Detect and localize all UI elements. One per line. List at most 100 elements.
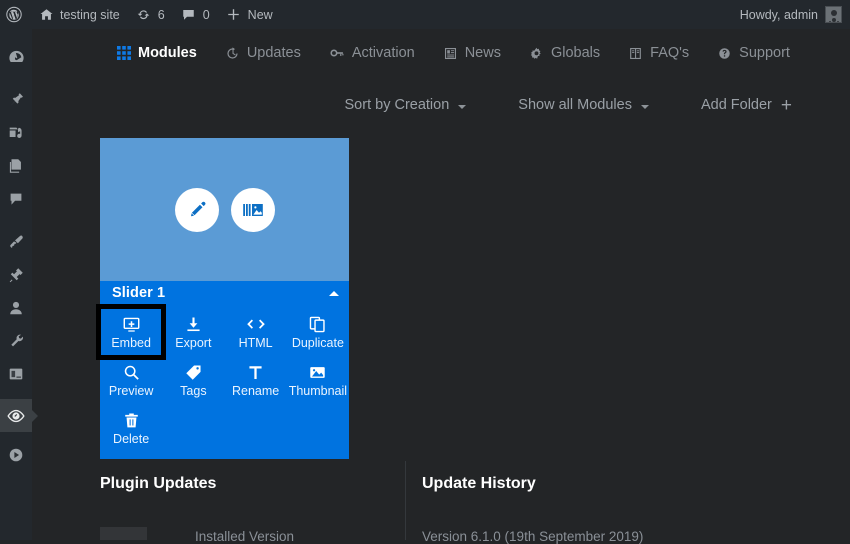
action-delete[interactable]: Delete (100, 404, 162, 452)
book-icon (628, 46, 643, 61)
sidebar-item-plugins[interactable] (0, 258, 32, 291)
sidebar-item-slider-revolution[interactable] (0, 399, 32, 432)
pin-icon (7, 91, 25, 109)
newspaper-icon (443, 46, 458, 61)
sidebar-item-media[interactable] (0, 116, 32, 149)
chevron-up-icon[interactable] (329, 290, 339, 296)
comments-count: 0 (202, 7, 210, 22)
tab-faqs-label: FAQ's (650, 45, 690, 61)
howdy-label: Howdy, admin (739, 7, 818, 22)
wp-logo-button[interactable] (0, 0, 30, 29)
updates-icon (136, 7, 152, 23)
edit-module-button[interactable] (174, 187, 219, 232)
module-thumbnail[interactable] (100, 138, 349, 281)
chevron-down-icon (640, 104, 649, 109)
action-html-label: HTML (238, 335, 273, 350)
gear-icon (529, 46, 544, 61)
key-icon (329, 45, 345, 61)
add-folder-label: Add Folder (700, 97, 772, 113)
module-card[interactable]: Slider 1 Embed Export HTML Duplicate Pre… (95, 138, 349, 459)
code-brackets-icon (245, 315, 267, 334)
site-name-button[interactable]: testing site (30, 0, 128, 29)
sliders-icon (7, 365, 25, 383)
plugin-updates-title: Plugin Updates (100, 475, 217, 492)
action-preview[interactable]: Preview (100, 356, 162, 404)
new-content-button[interactable]: New (218, 0, 281, 29)
sidebar-item-dashboard[interactable] (0, 41, 32, 74)
action-thumbnail[interactable]: Thumbnail (287, 356, 349, 404)
tab-support[interactable]: Support (703, 29, 804, 77)
account-menu[interactable]: Howdy, admin (740, 6, 850, 23)
modules-toolbar: Sort by Creation Show all Modules Add Fo… (32, 86, 850, 124)
tab-activation[interactable]: Activation (315, 29, 429, 77)
tab-globals[interactable]: Globals (515, 29, 614, 77)
action-html[interactable]: HTML (225, 308, 287, 356)
user-icon (7, 299, 25, 317)
clock-icon (225, 46, 240, 61)
action-tags[interactable]: Tags (162, 356, 224, 404)
sidebar-item-users[interactable] (0, 291, 32, 324)
module-title: Slider 1 (112, 285, 166, 301)
action-duplicate[interactable]: Duplicate (287, 308, 349, 356)
media-icon (7, 124, 25, 142)
sidebar-item-appearance[interactable] (0, 225, 32, 258)
plug-icon (7, 266, 25, 284)
module-card-titlebar[interactable]: Slider 1 (100, 281, 349, 305)
plugin-nav: Modules Updates Activation News Globals … (32, 29, 850, 77)
tab-modules[interactable]: Modules (103, 29, 211, 77)
version-chip (100, 527, 147, 540)
sidebar-item-settings[interactable] (0, 357, 32, 390)
tab-news[interactable]: News (429, 29, 515, 77)
action-rename-label: Rename (232, 383, 280, 398)
action-export-label: Export (175, 335, 212, 350)
sidebar-item-tools[interactable] (0, 324, 32, 357)
avatar (825, 6, 842, 23)
plus-icon (226, 7, 242, 23)
sidebar-item-posts[interactable] (0, 83, 32, 116)
panel-divider (405, 461, 406, 540)
wrench-icon (7, 332, 25, 350)
new-content-label: New (247, 7, 273, 22)
update-history-title: Update History (422, 475, 536, 492)
action-export[interactable]: Export (162, 308, 224, 356)
add-folder-button[interactable]: Add Folder + (701, 96, 792, 115)
action-tags-label: Tags (180, 383, 207, 398)
sidebar-item-pages[interactable] (0, 149, 32, 182)
tag-icon (184, 363, 203, 382)
slides-icon (241, 199, 265, 221)
trash-icon (122, 411, 141, 430)
tab-faqs[interactable]: FAQ's (614, 29, 703, 77)
sidebar-item-media-player[interactable] (0, 438, 32, 471)
question-circle-icon (717, 46, 732, 61)
paintbrush-icon (7, 233, 25, 251)
action-embed[interactable]: Embed (95, 304, 167, 360)
comments-button[interactable]: 0 (173, 0, 218, 29)
updates-button[interactable]: 6 (128, 0, 173, 29)
home-icon (38, 7, 54, 23)
chevron-down-icon (458, 104, 467, 109)
sort-dropdown[interactable]: Sort by Creation (345, 97, 467, 113)
wp-admin-sidebar (0, 29, 32, 540)
dashboard-gauge-icon (7, 48, 26, 67)
slides-module-button[interactable] (230, 187, 275, 232)
pencil-icon (186, 199, 208, 221)
eye-slider-icon (6, 406, 26, 426)
comment-icon (181, 7, 197, 23)
filter-dropdown[interactable]: Show all Modules (518, 97, 649, 113)
grid-icon (117, 46, 131, 60)
action-rename[interactable]: Rename (225, 356, 287, 404)
update-history-entry: Version 6.1.0 (19th September 2019) (422, 529, 644, 544)
tab-globals-label: Globals (550, 45, 601, 61)
wordpress-logo-icon (6, 6, 22, 23)
image-icon (308, 363, 327, 382)
sidebar-item-comments[interactable] (0, 182, 32, 215)
pages-icon (7, 157, 25, 175)
magnifier-icon (122, 363, 141, 382)
tab-support-label: Support (739, 45, 790, 61)
tab-modules-label: Modules (138, 45, 197, 61)
action-duplicate-label: Duplicate (291, 335, 344, 350)
action-thumbnail-label: Thumbnail (288, 383, 348, 398)
action-embed-label: Embed (111, 335, 151, 350)
tab-updates[interactable]: Updates (211, 29, 315, 77)
text-t-icon (246, 363, 265, 382)
